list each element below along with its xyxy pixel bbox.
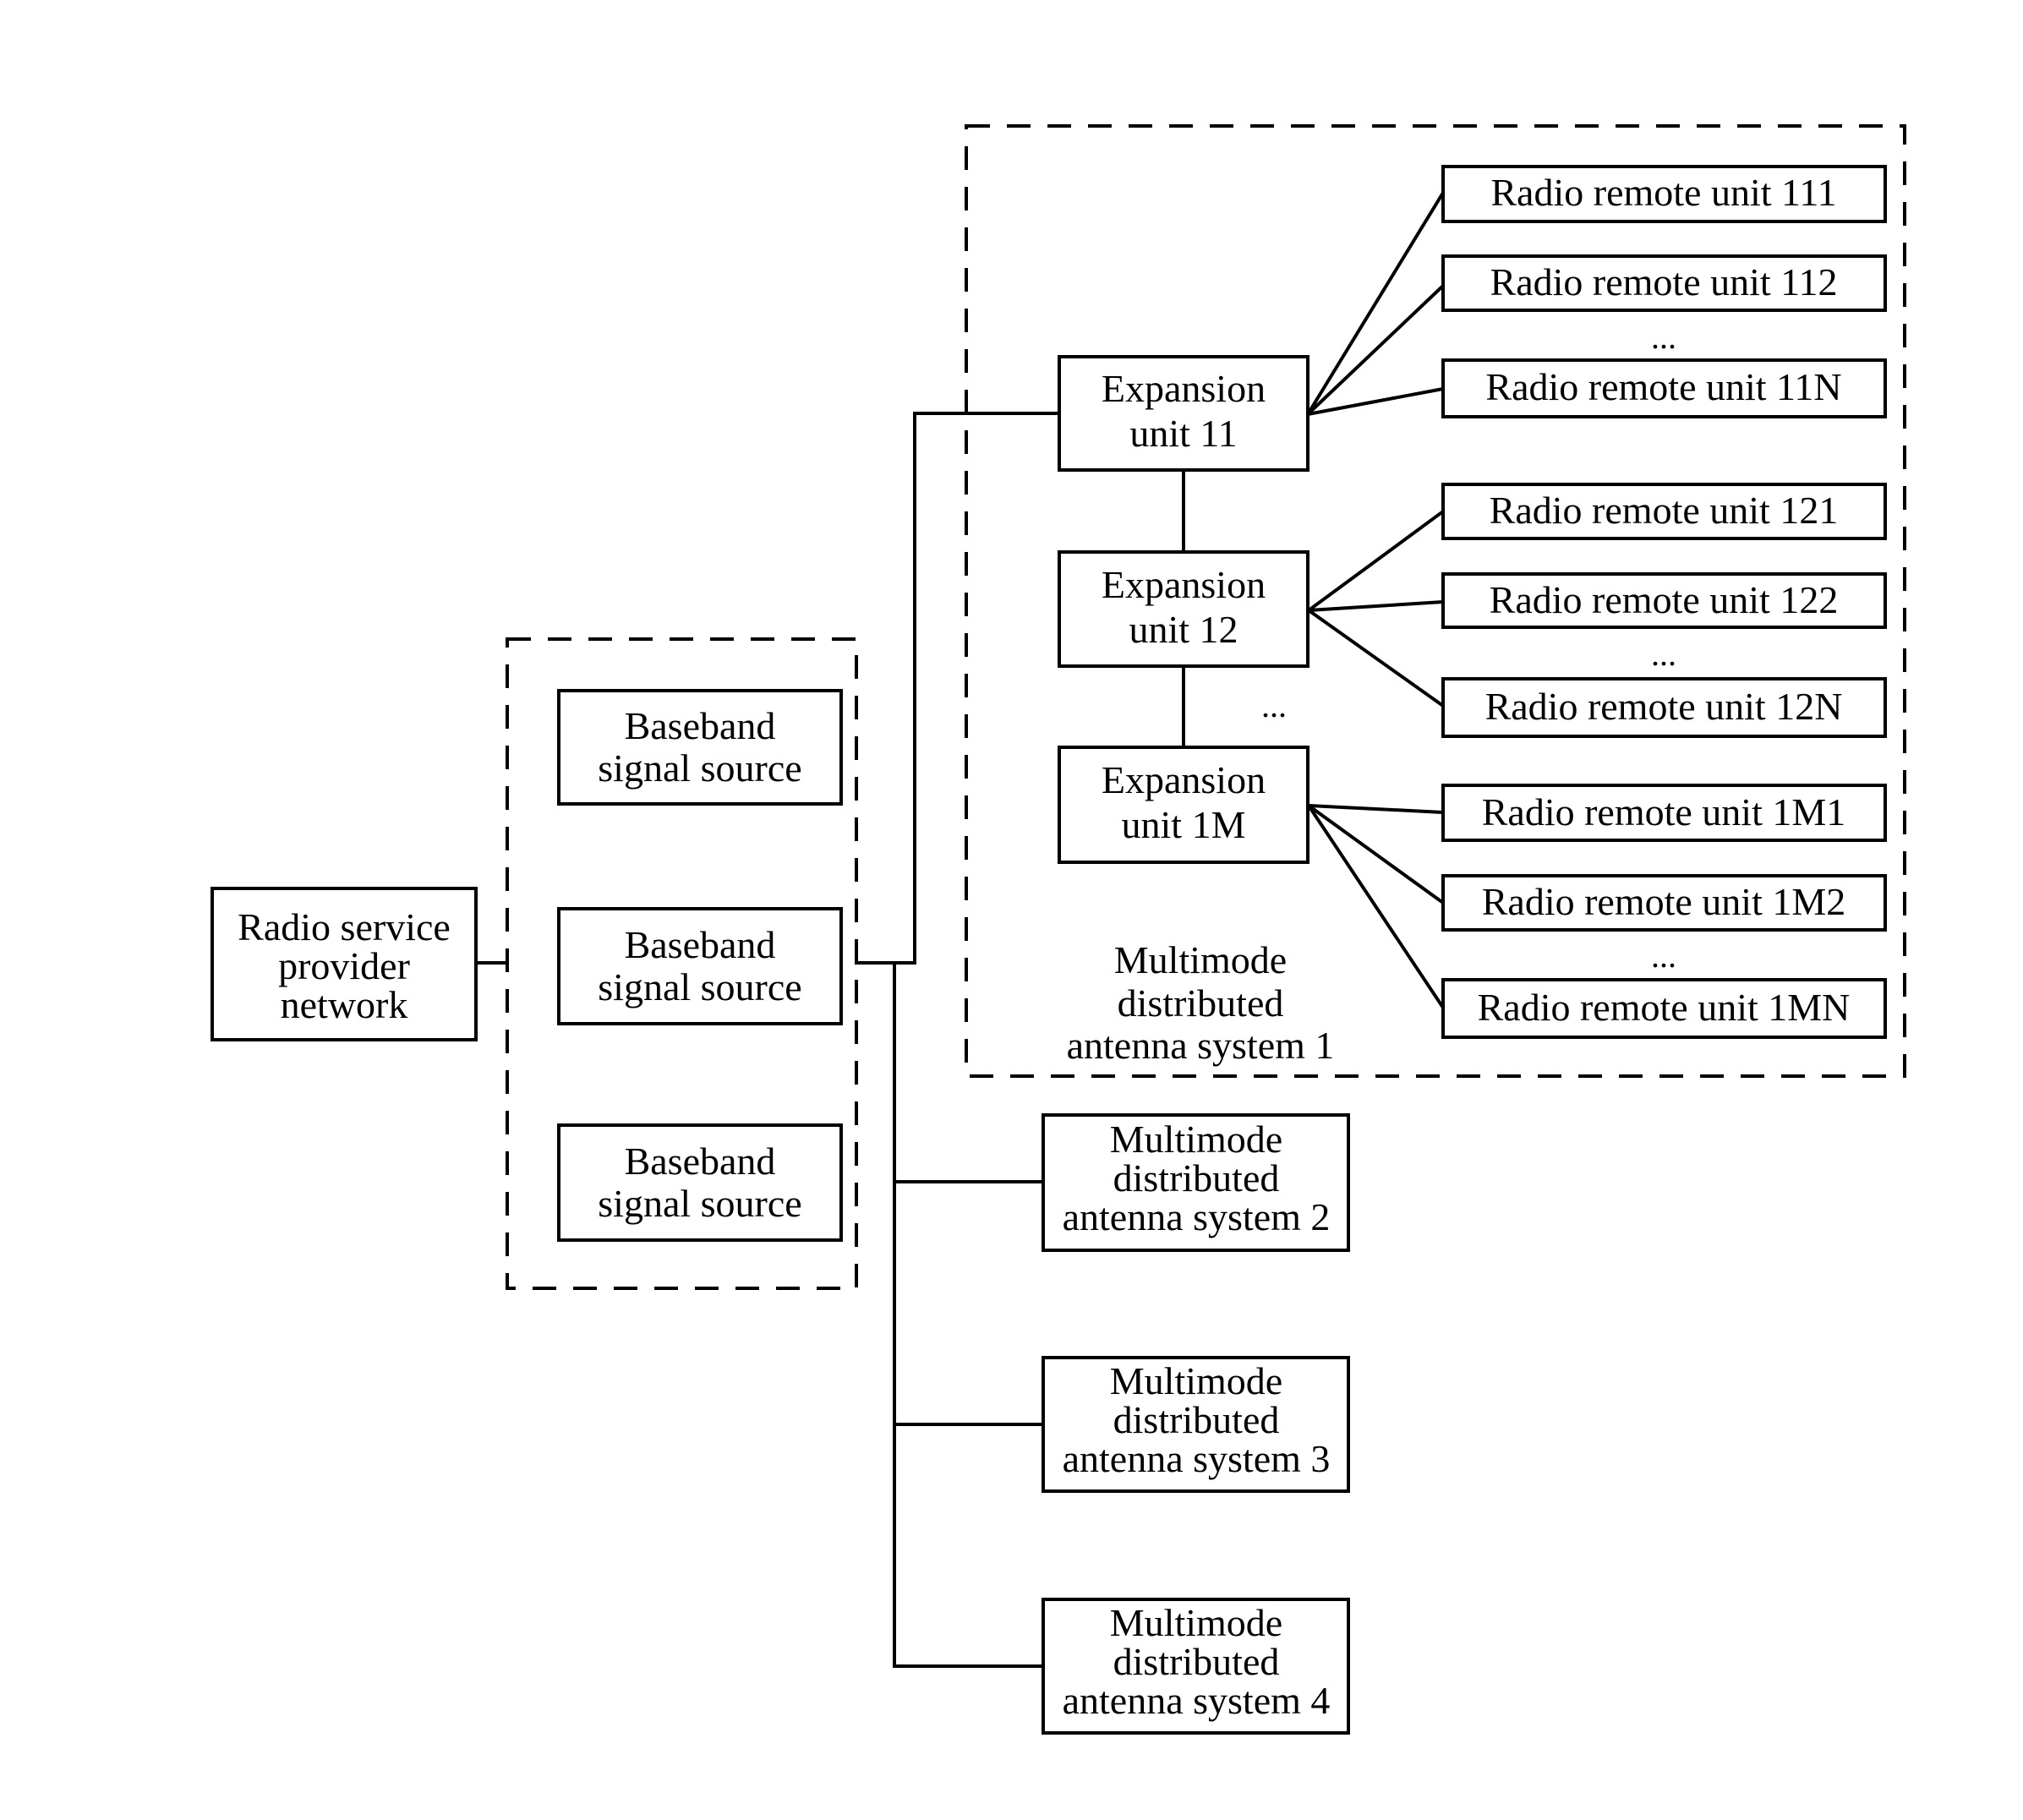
node-label: distributed xyxy=(1113,1156,1280,1200)
node-label: unit 11 xyxy=(1129,412,1237,455)
node-label: unit 1M xyxy=(1122,803,1246,846)
edge-expansion-12-to-rru-121 xyxy=(1306,509,1446,613)
node-expansion-unit-12[interactable]: Expansion unit 12 xyxy=(1058,550,1309,668)
node-label: antenna system 4 xyxy=(1063,1679,1331,1722)
node-label: signal source xyxy=(598,965,801,1008)
node-rru-1M2[interactable]: Radio remote unit 1M2 xyxy=(1441,874,1887,932)
node-label: Radio remote unit 111 xyxy=(1490,171,1836,214)
node-label: Radio remote unit 1M2 xyxy=(1482,880,1846,923)
node-mdas-2[interactable]: Multimode distributed antenna system 2 xyxy=(1042,1113,1350,1252)
node-label: Radio remote unit 11N xyxy=(1485,365,1841,408)
node-expansion-unit-11[interactable]: Expansion unit 11 xyxy=(1058,355,1309,472)
network-architecture-diagram: Radio service provider network Baseband … xyxy=(211,124,1906,1735)
edge-expansion-12-to-rru-122 xyxy=(1306,599,1446,613)
node-label: Expansion xyxy=(1102,758,1266,801)
node-label: Baseband xyxy=(625,923,776,966)
node-label: Baseband xyxy=(625,1140,776,1183)
node-label: Expansion xyxy=(1102,563,1266,606)
node-label: Radio remote unit 121 xyxy=(1490,489,1839,532)
group-label-line: antenna system 1 xyxy=(1067,1024,1335,1067)
expansion-ellipsis: ... xyxy=(1261,686,1287,724)
node-rru-111[interactable]: Radio remote unit 111 xyxy=(1441,165,1887,223)
edge-expansion-12-to-rru-12N xyxy=(1306,608,1446,708)
edge-pool-to-expansion-11 xyxy=(855,412,1060,965)
node-label: Radio remote unit 12N xyxy=(1485,685,1843,728)
mdas-1-group-label: Multimode distributed antenna system 1 xyxy=(1067,938,1335,1067)
node-label: signal source xyxy=(598,1182,801,1225)
node-radio-service-provider-network[interactable]: Radio service provider network xyxy=(211,887,478,1041)
node-rru-11N[interactable]: Radio remote unit 11N xyxy=(1441,358,1887,418)
node-rru-12N[interactable]: Radio remote unit 12N xyxy=(1441,677,1887,738)
node-label: provider xyxy=(278,944,410,987)
node-label: Radio service xyxy=(238,905,451,948)
node-rru-122[interactable]: Radio remote unit 122 xyxy=(1441,572,1887,629)
node-mdas-3[interactable]: Multimode distributed antenna system 3 xyxy=(1042,1356,1350,1493)
edge-expansion-1M-to-rru-1M1 xyxy=(1306,803,1446,815)
node-label: antenna system 2 xyxy=(1063,1195,1331,1238)
node-expansion-unit-1M[interactable]: Expansion unit 1M xyxy=(1058,746,1309,864)
node-mdas-4[interactable]: Multimode distributed antenna system 4 xyxy=(1042,1598,1350,1735)
node-label: Expansion xyxy=(1102,367,1266,410)
node-label: Radio remote unit 112 xyxy=(1490,260,1838,303)
node-label: Multimode xyxy=(1110,1359,1282,1402)
node-label: unit 12 xyxy=(1129,608,1238,651)
node-baseband-signal-source-3[interactable]: Baseband signal source xyxy=(557,1123,843,1242)
node-label: Multimode xyxy=(1110,1601,1282,1644)
node-label: Radio remote unit 1MN xyxy=(1478,986,1851,1029)
node-rru-112[interactable]: Radio remote unit 112 xyxy=(1441,254,1887,312)
node-baseband-signal-source-1[interactable]: Baseband signal source xyxy=(557,689,843,806)
edge-expansion-1M-to-rru-1M2 xyxy=(1306,803,1446,905)
node-label: signal source xyxy=(598,746,801,790)
edge-expansion-1M-to-rru-1MN xyxy=(1306,803,1446,1010)
node-label: Radio remote unit 122 xyxy=(1490,578,1839,621)
rru-12-ellipsis: ... xyxy=(1651,635,1676,673)
node-label: Baseband xyxy=(625,704,776,747)
node-baseband-signal-source-2[interactable]: Baseband signal source xyxy=(557,907,843,1025)
node-label: distributed xyxy=(1113,1398,1280,1441)
node-label: Multimode xyxy=(1110,1118,1282,1161)
node-label: network xyxy=(281,983,408,1026)
node-label: Radio remote unit 1M1 xyxy=(1482,790,1846,833)
node-label: distributed xyxy=(1113,1640,1280,1683)
group-label-line: distributed xyxy=(1118,981,1284,1025)
group-label-line: Multimode xyxy=(1114,938,1287,981)
rru-1M-ellipsis: ... xyxy=(1651,937,1676,975)
node-rru-1MN[interactable]: Radio remote unit 1MN xyxy=(1441,978,1887,1039)
rru-11-ellipsis: ... xyxy=(1651,318,1676,356)
node-label: antenna system 3 xyxy=(1063,1437,1331,1480)
node-rru-1M1[interactable]: Radio remote unit 1M1 xyxy=(1441,784,1887,842)
node-rru-121[interactable]: Radio remote unit 121 xyxy=(1441,483,1887,540)
